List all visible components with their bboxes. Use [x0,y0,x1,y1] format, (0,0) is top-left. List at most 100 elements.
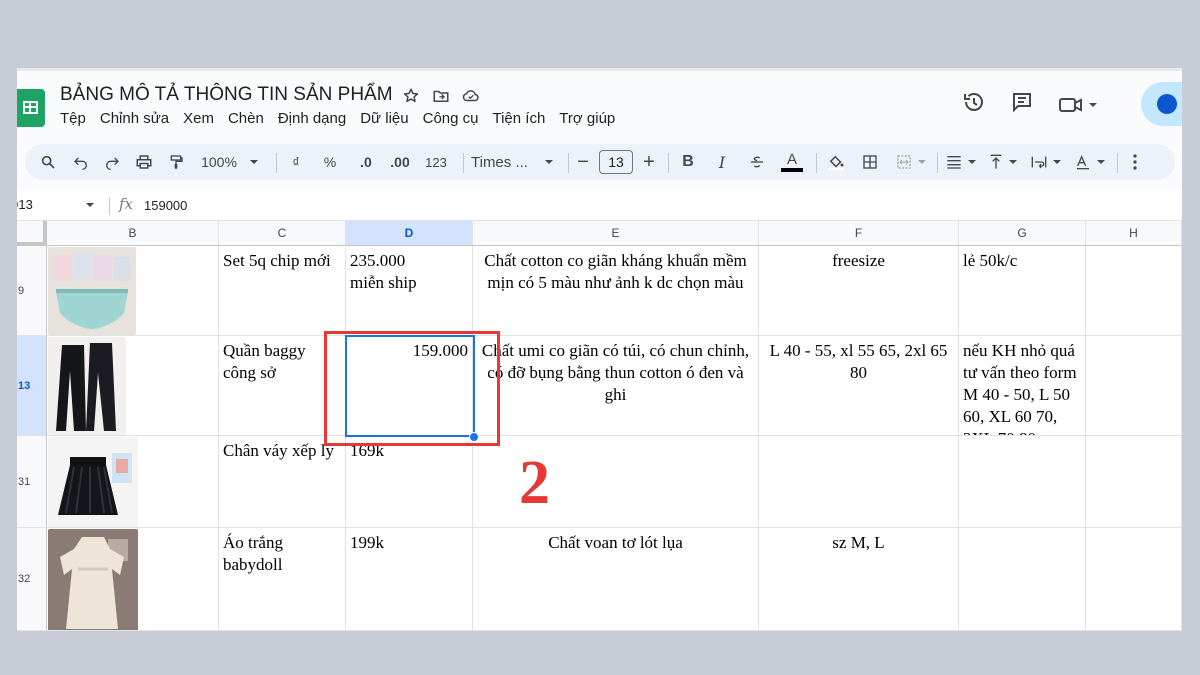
column-header-g[interactable]: G [959,221,1086,246]
menu-data[interactable]: Dữ liệu [360,110,408,127]
product-image-cell[interactable] [47,336,219,436]
name-box-value: D13 [17,197,33,212]
spreadsheet-window: BẢNG MÔ TẢ THÔNG TIN SẢN PHẨM Tệp Chỉnh … [17,68,1182,631]
empty-cell[interactable] [1086,336,1182,436]
toolbar: 100% ₫ % .0 .00 123 Times ... − 13 + B I… [25,144,1175,180]
share-button[interactable] [1141,82,1182,126]
note-cell[interactable] [959,528,1086,631]
note-cell[interactable]: lẻ 50k/c [959,246,1086,336]
currency-format-button[interactable]: ₫ [285,144,307,180]
bold-button[interactable]: B [677,144,699,180]
row-header[interactable]: 31 [17,436,47,528]
borders-icon[interactable] [857,144,883,180]
zoom-select[interactable]: 100% [195,144,265,180]
size-cell[interactable]: L 40 - 55, xl 55 65, 2xl 65 80 [759,336,959,436]
column-header-e[interactable]: E [473,221,759,246]
star-icon[interactable] [401,86,421,106]
undo-icon[interactable] [67,144,95,180]
description-cell[interactable]: Chất voan tơ lót lụa [473,528,759,631]
increase-font-size-button[interactable]: + [639,144,659,180]
vertical-align-icon[interactable] [985,144,1021,180]
cloud-saved-icon[interactable] [461,86,481,106]
empty-cell[interactable] [1086,528,1182,631]
meet-video-icon[interactable] [1058,94,1098,116]
column-header-c[interactable]: C [219,221,346,246]
fx-icon: fx [119,195,134,213]
empty-cell[interactable] [1086,436,1182,528]
text-color-button[interactable]: A [779,144,805,180]
italic-button[interactable]: I [711,144,733,180]
decrease-font-size-button[interactable]: − [573,144,593,180]
text-wrapping-icon[interactable] [1027,144,1065,180]
font-family-value: Times ... [471,153,528,171]
product-name-cell[interactable]: Chân váy xếp ly [219,436,346,528]
row-header[interactable]: 13 [17,336,47,436]
product-name-cell[interactable]: Áo trắng babydoll [219,528,346,631]
menu-edit[interactable]: Chỉnh sửa [100,110,169,127]
percent-format-button[interactable]: % [319,144,341,180]
empty-cell[interactable] [1086,246,1182,336]
price-cell[interactable]: 169k [346,436,473,528]
horizontal-align-icon[interactable] [943,144,979,180]
font-family-select[interactable]: Times ... [471,144,563,180]
product-name-cell[interactable]: Set 5q chip mới [219,246,346,336]
document-title[interactable]: BẢNG MÔ TẢ THÔNG TIN SẢN PHẨM [60,84,393,106]
column-header-b[interactable]: B [47,221,219,246]
fill-color-icon[interactable] [823,144,849,180]
menu-file[interactable]: Tệp [60,110,86,127]
product-image [48,247,136,335]
redo-icon[interactable] [98,144,126,180]
column-header-f[interactable]: F [759,221,959,246]
menu-view[interactable]: Xem [183,110,214,127]
column-header-d[interactable]: D [346,221,473,246]
font-size-input[interactable]: 13 [599,150,633,174]
product-image [48,437,138,527]
more-formats-button[interactable]: 123 [421,144,451,180]
formula-input[interactable]: 159000 [144,198,187,213]
menu-format[interactable]: Định dạng [278,110,346,127]
chevron-down-icon [249,160,258,164]
increase-decimal-button[interactable]: .00 [385,144,415,180]
paint-format-icon[interactable] [162,144,190,180]
note-cell[interactable]: nếu KH nhỏ quá tư vấn theo form M 40 - 5… [959,336,1086,436]
globe-icon [1157,94,1177,114]
price-cell[interactable]: 199k [346,528,473,631]
select-all-corner[interactable] [17,221,47,246]
product-image-cell[interactable] [47,528,219,631]
strikethrough-icon[interactable] [745,144,769,180]
price-cell[interactable]: 235.000 miễn ship [346,246,473,336]
merge-cells-icon[interactable] [891,144,931,180]
description-cell[interactable]: Chất umi co giãn có túi, có chun chỉnh, … [473,336,759,436]
move-to-folder-icon[interactable] [431,86,451,106]
menu-tools[interactable]: Công cụ [423,110,479,127]
chevron-down-icon [1052,160,1061,164]
decrease-decimal-button[interactable]: .0 [353,144,379,180]
product-image-cell[interactable] [47,436,219,528]
size-cell[interactable]: freesize [759,246,959,336]
comments-icon[interactable] [1010,90,1034,119]
product-image-cell[interactable] [47,246,219,336]
note-cell[interactable] [959,436,1086,528]
menu-insert[interactable]: Chèn [228,110,264,127]
size-cell[interactable]: sz M, L [759,528,959,631]
row-header[interactable]: 32 [17,528,47,631]
column-header-h[interactable]: H [1086,221,1182,246]
window-edge [17,68,1182,71]
chevron-down-icon [1008,160,1017,164]
annotation-highlight-box [324,331,500,446]
description-cell[interactable]: Chất cotton co giãn kháng khuẩn mềm mịn … [473,246,759,336]
version-history-icon[interactable] [962,90,986,119]
menu-bar: Tệp Chỉnh sửa Xem Chèn Định dạng Dữ liệu… [60,110,629,127]
search-icon[interactable] [33,144,63,180]
sheets-logo-icon[interactable] [17,89,45,127]
size-cell[interactable] [759,436,959,528]
menu-help[interactable]: Trợ giúp [559,110,615,127]
row-header[interactable]: 9 [17,246,47,336]
text-rotation-icon[interactable] [1071,144,1109,180]
annotation-step-number: 2 [519,449,550,517]
description-cell[interactable] [473,436,759,528]
menu-extensions[interactable]: Tiện ích [492,110,545,127]
print-icon[interactable] [130,144,158,180]
more-options-icon[interactable] [1125,144,1145,180]
chevron-down-icon[interactable] [85,201,95,209]
